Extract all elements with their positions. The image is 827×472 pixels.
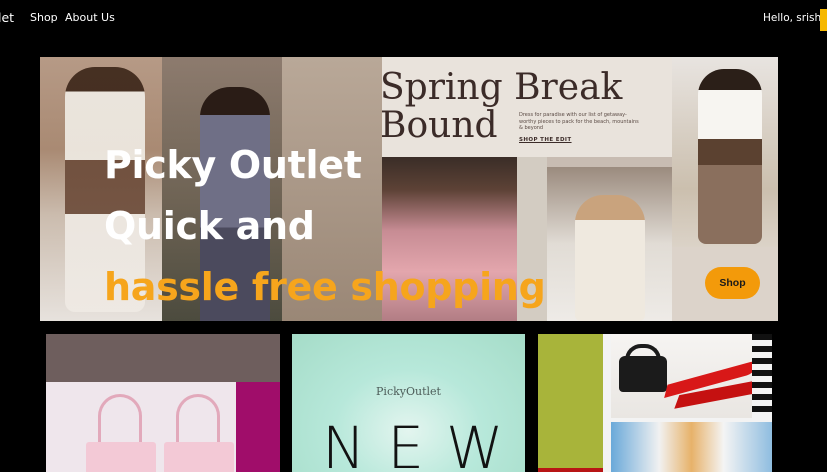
shopping-bag-image	[86, 442, 156, 472]
user-greeting[interactable]: Hello, srishti	[763, 12, 827, 24]
hero-shop-button[interactable]: Shop	[705, 267, 760, 299]
hero-heading-line-3: hassle free shopping	[104, 265, 546, 309]
accessories-card[interactable]	[538, 334, 772, 472]
new-arrivals-card[interactable]: PickyOutlet NEW	[292, 334, 525, 472]
navbar: let Shop About Us Hello, srishti	[0, 0, 827, 38]
magazine-title: Spring Break Bound	[380, 67, 623, 146]
clothes-rack-image	[611, 422, 772, 472]
nav-link-shop[interactable]: Shop	[30, 11, 58, 24]
shopping-bags-card[interactable]	[46, 334, 280, 472]
handbag-icon	[619, 356, 667, 392]
card-brand-label: PickyOutlet	[376, 385, 441, 398]
hero-heading-line-1: Picky Outlet	[104, 143, 362, 187]
shoes-handbag-image	[611, 334, 772, 418]
nav-link-about-us[interactable]: About Us	[65, 11, 115, 24]
card-new-text: NEW	[322, 414, 525, 472]
hero-photo-model-5	[547, 167, 672, 321]
hero-banner: Spring Break Bound Dress for paradise wi…	[40, 57, 778, 321]
hero-heading-line-2: Quick and	[104, 204, 315, 248]
magazine-blurb: Dress for paradise with our list of geta…	[519, 112, 639, 131]
hero-heading: Picky Outlet Quick and hassle free shopp…	[104, 135, 546, 318]
brand-logo[interactable]: let	[0, 10, 14, 25]
cart-button[interactable]	[820, 9, 827, 31]
shopping-bag-image	[164, 442, 234, 472]
